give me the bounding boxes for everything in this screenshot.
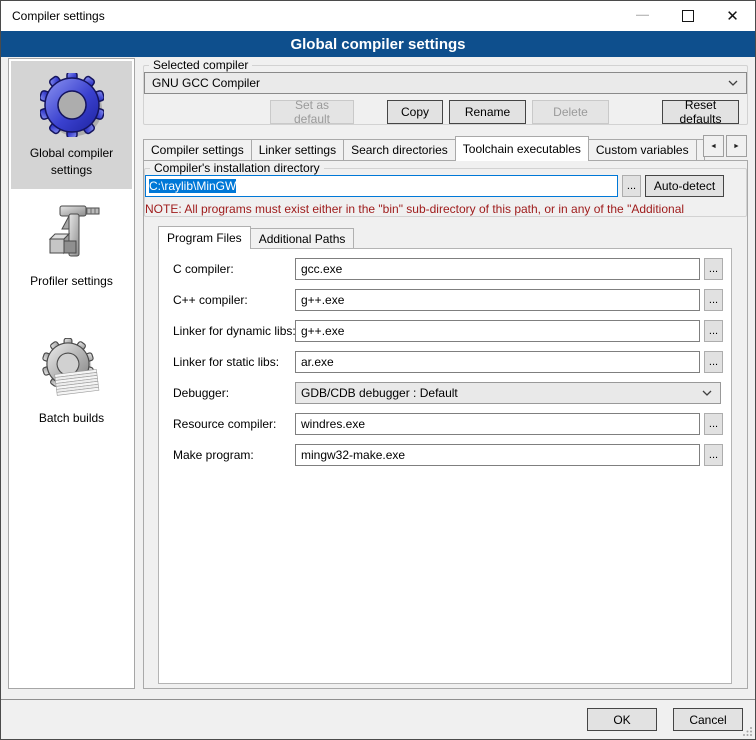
selected-compiler-group: Selected compiler GNU GCC Compiler Set a… xyxy=(143,58,748,125)
rename-button[interactable]: Rename xyxy=(449,100,526,124)
sidebar-item-label: Profiler settings xyxy=(13,273,130,290)
gear-papers-icon xyxy=(40,338,104,402)
field-label: Linker for dynamic libs: xyxy=(173,324,295,338)
chevron-down-icon xyxy=(728,80,738,86)
field-row-make-program: Make program: ... xyxy=(173,444,723,466)
main-area: Global compiler settings xyxy=(1,57,755,699)
c-compiler-browse-button[interactable]: ... xyxy=(704,258,723,280)
installation-directory-row: C:\raylib\MinGW ... Auto-detect xyxy=(145,175,746,197)
tab-compiler-settings[interactable]: Compiler settings xyxy=(143,139,252,160)
caliper-icon xyxy=(40,201,104,265)
minimize-button[interactable]: — xyxy=(620,1,665,31)
sidebar-item-global-compiler-settings[interactable]: Global compiler settings xyxy=(11,61,132,189)
make-program-input[interactable] xyxy=(295,444,700,466)
maximize-button[interactable] xyxy=(665,1,710,31)
install-dir-input[interactable]: C:\raylib\MinGW xyxy=(145,175,618,197)
field-row-static-linker: Linker for static libs: ... xyxy=(173,351,723,373)
static-linker-input[interactable] xyxy=(295,351,700,373)
blue-gear-icon xyxy=(40,73,104,137)
compiler-buttons-row: Set as default Copy Rename Delete Reset … xyxy=(144,100,747,124)
copy-button[interactable]: Copy xyxy=(387,100,443,124)
toolchain-executables-page: Compiler's installation directory C:\ray… xyxy=(143,160,748,689)
reset-defaults-button[interactable]: Reset defaults xyxy=(662,100,739,124)
tab-scroll-right-button[interactable]: ► xyxy=(726,135,747,157)
delete-button[interactable]: Delete xyxy=(532,100,609,124)
sidebar-item-profiler-settings[interactable]: Profiler settings xyxy=(11,189,132,300)
maximize-icon xyxy=(682,10,694,22)
field-label: Debugger: xyxy=(173,386,295,400)
arrow-left-icon: ◄ xyxy=(710,143,717,150)
cpp-compiler-input[interactable] xyxy=(295,289,700,311)
group-label: Compiler's installation directory xyxy=(150,161,324,175)
field-row-resource-compiler: Resource compiler: ... xyxy=(173,413,723,435)
program-files-panel: C compiler: ... C++ compiler: ... Linker… xyxy=(158,248,732,684)
close-button[interactable]: ✕ xyxy=(710,1,755,31)
field-label: Make program: xyxy=(173,448,295,462)
caption-buttons: — ✕ xyxy=(620,1,755,31)
tab-toolchain-executables[interactable]: Toolchain executables xyxy=(455,136,589,161)
field-row-cpp-compiler: C++ compiler: ... xyxy=(173,289,723,311)
compiler-select-value: GNU GCC Compiler xyxy=(152,76,728,90)
tab-search-directories[interactable]: Search directories xyxy=(343,139,456,160)
minimize-icon: — xyxy=(636,7,649,22)
dialog-footer: OK Cancel xyxy=(1,699,755,739)
c-compiler-input[interactable] xyxy=(295,258,700,280)
resource-compiler-browse-button[interactable]: ... xyxy=(704,413,723,435)
auto-detect-button[interactable]: Auto-detect xyxy=(645,175,724,197)
subtab-program-files[interactable]: Program Files xyxy=(158,226,251,249)
field-row-dynamic-linker: Linker for dynamic libs: ... xyxy=(173,320,723,342)
bin-subdirectory-note: NOTE: All programs must exist either in … xyxy=(145,202,746,216)
field-row-c-compiler: C compiler: ... xyxy=(173,258,723,280)
content-column: Selected compiler GNU GCC Compiler Set a… xyxy=(143,58,748,689)
window-title: Compiler settings xyxy=(1,9,105,23)
install-dir-selected-text: C:\raylib\MinGW xyxy=(149,179,236,193)
install-dir-browse-button[interactable]: ... xyxy=(622,175,641,197)
close-icon: ✕ xyxy=(726,7,739,25)
page-title: Global compiler settings xyxy=(1,31,755,57)
make-program-browse-button[interactable]: ... xyxy=(704,444,723,466)
field-label: C compiler: xyxy=(173,262,295,276)
arrow-right-icon: ► xyxy=(733,143,740,150)
resource-compiler-input[interactable] xyxy=(295,413,700,435)
set-as-default-button[interactable]: Set as default xyxy=(270,100,354,124)
chevron-down-icon xyxy=(702,390,712,396)
group-label: Selected compiler xyxy=(149,58,252,72)
dynamic-linker-input[interactable] xyxy=(295,320,700,342)
field-label: C++ compiler: xyxy=(173,293,295,307)
subtab-additional-paths[interactable]: Additional Paths xyxy=(250,228,355,248)
tab-custom-variables[interactable]: Custom variables xyxy=(588,139,697,160)
compiler-select[interactable]: GNU GCC Compiler xyxy=(144,72,747,94)
titlebar: Compiler settings — ✕ xyxy=(1,1,755,31)
sidebar-item-batch-builds[interactable]: Batch builds xyxy=(11,326,132,437)
ok-button[interactable]: OK xyxy=(587,708,657,731)
compiler-settings-window: Compiler settings — ✕ Global compiler se… xyxy=(0,0,756,740)
dynamic-linker-browse-button[interactable]: ... xyxy=(704,320,723,342)
tab-linker-settings[interactable]: Linker settings xyxy=(251,139,344,160)
resize-grip[interactable] xyxy=(742,726,753,737)
tab-scroll-left-button[interactable]: ◄ xyxy=(703,135,724,157)
sidebar-item-label: Batch builds xyxy=(13,410,130,427)
debugger-select-value: GDB/CDB debugger : Default xyxy=(301,386,702,400)
sidebar-item-label: Global compiler settings xyxy=(13,145,130,179)
program-files-tabstrip: Program Files Additional Paths xyxy=(158,225,747,248)
main-tabstrip: Compiler settings Linker settings Search… xyxy=(143,135,748,160)
debugger-select[interactable]: GDB/CDB debugger : Default xyxy=(295,382,721,404)
static-linker-browse-button[interactable]: ... xyxy=(704,351,723,373)
tab-scroll-buttons: ◄ ► xyxy=(703,135,747,157)
sidebar: Global compiler settings xyxy=(8,58,135,689)
installation-directory-group: Compiler's installation directory C:\ray… xyxy=(144,161,747,217)
field-label: Linker for static libs: xyxy=(173,355,295,369)
field-row-debugger: Debugger: GDB/CDB debugger : Default xyxy=(173,382,723,404)
cpp-compiler-browse-button[interactable]: ... xyxy=(704,289,723,311)
field-label: Resource compiler: xyxy=(173,417,295,431)
cancel-button[interactable]: Cancel xyxy=(673,708,743,731)
